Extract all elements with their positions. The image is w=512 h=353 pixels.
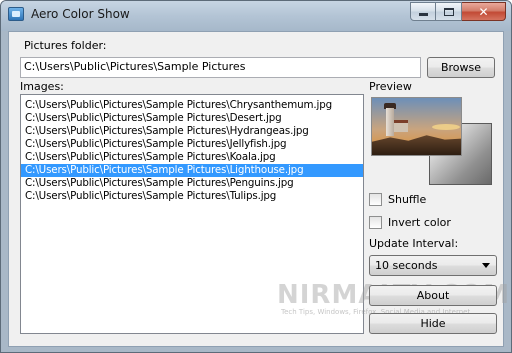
image-list-item[interactable]: C:\Users\Public\Pictures\Sample Pictures… bbox=[21, 125, 363, 138]
preview-label: Preview bbox=[369, 80, 412, 93]
preview-panel bbox=[369, 97, 497, 189]
shuffle-label: Shuffle bbox=[388, 193, 427, 206]
invert-color-checkbox[interactable] bbox=[369, 216, 382, 229]
window-title: Aero Color Show bbox=[31, 7, 130, 21]
pictures-folder-label: Pictures folder: bbox=[24, 39, 107, 52]
minimize-button[interactable] bbox=[410, 2, 436, 21]
client-area: Pictures folder: C:\Users\Public\Picture… bbox=[8, 31, 509, 347]
update-interval-label: Update Interval: bbox=[369, 237, 459, 250]
pictures-folder-input[interactable]: C:\Users\Public\Pictures\Sample Pictures bbox=[20, 57, 421, 78]
invert-color-label: Invert color bbox=[388, 216, 451, 229]
maximize-icon bbox=[443, 7, 454, 16]
image-list-item[interactable]: C:\Users\Public\Pictures\Sample Pictures… bbox=[21, 138, 363, 151]
update-interval-value: 10 seconds bbox=[375, 259, 438, 272]
shuffle-checkbox[interactable] bbox=[369, 193, 382, 206]
preview-image bbox=[371, 97, 462, 156]
browse-button[interactable]: Browse bbox=[427, 57, 495, 78]
images-list: C:\Users\Public\Pictures\Sample Pictures… bbox=[21, 95, 363, 203]
lighthouse-tower bbox=[386, 108, 394, 136]
image-list-item[interactable]: C:\Users\Public\Pictures\Sample Pictures… bbox=[21, 177, 363, 190]
invert-color-option[interactable]: Invert color bbox=[369, 216, 451, 229]
image-list-item[interactable]: C:\Users\Public\Pictures\Sample Pictures… bbox=[21, 164, 363, 177]
image-list-item[interactable]: C:\Users\Public\Pictures\Sample Pictures… bbox=[21, 151, 363, 164]
shuffle-option[interactable]: Shuffle bbox=[369, 193, 426, 206]
minimize-icon bbox=[418, 13, 428, 16]
image-list-item[interactable]: C:\Users\Public\Pictures\Sample Pictures… bbox=[21, 190, 363, 203]
rock-shape bbox=[372, 135, 461, 155]
close-button[interactable]: ✕ bbox=[462, 2, 506, 21]
about-button[interactable]: About bbox=[369, 285, 497, 306]
title-bar[interactable]: Aero Color Show ✕ bbox=[1, 1, 511, 31]
update-interval-select[interactable]: 10 seconds bbox=[369, 255, 497, 276]
image-list-item[interactable]: C:\Users\Public\Pictures\Sample Pictures… bbox=[21, 112, 363, 125]
chevron-down-icon bbox=[482, 263, 490, 268]
close-icon: ✕ bbox=[478, 4, 489, 19]
images-label: Images: bbox=[20, 80, 64, 93]
image-list-item[interactable]: C:\Users\Public\Pictures\Sample Pictures… bbox=[21, 99, 363, 112]
hide-button[interactable]: Hide bbox=[369, 313, 497, 334]
app-icon bbox=[8, 7, 24, 21]
maximize-button[interactable] bbox=[436, 2, 462, 21]
caption-buttons: ✕ bbox=[410, 2, 506, 22]
keeper-house bbox=[394, 120, 408, 132]
sun-glow bbox=[432, 124, 460, 130]
app-window: Aero Color Show ✕ Pictures folder: C:\Us… bbox=[0, 0, 512, 353]
